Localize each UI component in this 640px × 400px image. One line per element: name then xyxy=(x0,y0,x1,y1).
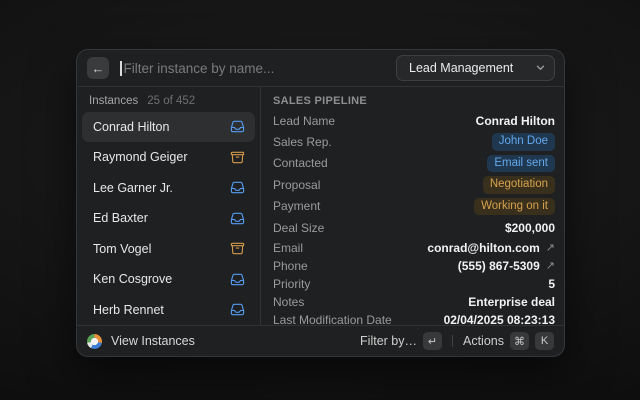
detail-value: Conrad Hilton xyxy=(476,114,555,128)
list-item[interactable]: Lee Garner Jr. xyxy=(82,173,255,204)
view-dropdown[interactable]: Lead Management xyxy=(396,55,555,81)
primary-action-label[interactable]: View Instances xyxy=(111,334,195,348)
instance-list: Conrad Hilton Raymond Geiger Lee Garner … xyxy=(77,112,260,326)
desktop-background: ← Filter instance by name... Lead Manage… xyxy=(0,0,640,400)
detail-label: Lead Name xyxy=(273,114,335,128)
list-item-label: Conrad Hilton xyxy=(93,120,169,134)
filter-by-button[interactable]: Filter by… ↵ xyxy=(360,332,442,350)
extension-logo-icon xyxy=(87,334,102,349)
chevron-down-icon xyxy=(536,65,545,71)
detail-row: Deal Size $200,000 xyxy=(273,217,555,239)
top-bar: ← Filter instance by name... Lead Manage… xyxy=(77,50,564,87)
email-link[interactable]: conrad@hilton.com ↗ xyxy=(427,241,555,255)
list-item-label: Lee Garner Jr. xyxy=(93,181,173,195)
inbox-icon xyxy=(230,272,245,287)
search-placeholder: Filter instance by name... xyxy=(124,61,275,76)
actions-label: Actions xyxy=(463,334,504,348)
detail-row: Payment Working on it xyxy=(273,196,555,218)
detail-label: Deal Size xyxy=(273,221,324,235)
filter-by-label: Filter by… xyxy=(360,334,417,348)
list-item[interactable]: Ed Baxter xyxy=(82,203,255,234)
detail-row: Notes Enterprise deal xyxy=(273,293,555,311)
detail-row: Last Modification Date 02/04/2025 08:23:… xyxy=(273,311,555,326)
status-badge: Working on it xyxy=(474,198,555,216)
detail-value: (555) 867-5309 xyxy=(458,259,540,273)
inbox-icon xyxy=(230,180,245,195)
list-item[interactable]: Raymond Geiger xyxy=(82,142,255,173)
inbox-icon xyxy=(230,302,245,317)
list-item-label: Herb Rennet xyxy=(93,303,164,317)
list-count: 25 of 452 xyxy=(147,95,195,107)
detail-label: Last Modification Date xyxy=(273,313,392,326)
list-item[interactable]: Tom Vogel xyxy=(82,234,255,265)
list-header: Instances 25 of 452 xyxy=(77,91,260,112)
status-badge: Email sent xyxy=(487,155,555,173)
detail-row: Phone (555) 867-5309 ↗ xyxy=(273,257,555,275)
detail-label: Priority xyxy=(273,277,310,291)
footer-bar: View Instances Filter by… ↵ Actions ⌘ K xyxy=(77,325,564,356)
detail-row: Sales Rep. John Doe xyxy=(273,131,555,153)
external-link-icon: ↗ xyxy=(546,259,555,272)
divider xyxy=(452,335,453,347)
list-item-label: Raymond Geiger xyxy=(93,150,188,164)
list-item[interactable]: Ken Cosgrove xyxy=(82,264,255,295)
status-badge: Negotiation xyxy=(483,176,555,194)
detail-label: Notes xyxy=(273,295,304,309)
list-title: Instances xyxy=(89,95,138,107)
text-caret xyxy=(120,61,122,76)
external-link-icon: ↗ xyxy=(546,241,555,254)
actions-button[interactable]: Actions ⌘ K xyxy=(463,332,554,350)
detail-label: Proposal xyxy=(273,178,320,192)
detail-value: 02/04/2025 08:23:13 xyxy=(444,313,555,326)
detail-row: Priority 5 xyxy=(273,275,555,293)
detail-row: Contacted Email sent xyxy=(273,153,555,175)
detail-row: Email conrad@hilton.com ↗ xyxy=(273,239,555,257)
footer-actions: Filter by… ↵ Actions ⌘ K xyxy=(360,332,554,350)
instance-list-pane: Instances 25 of 452 Conrad Hilton Raymon… xyxy=(77,87,261,325)
command-palette-window: ← Filter instance by name... Lead Manage… xyxy=(76,49,565,357)
detail-label: Contacted xyxy=(273,156,328,170)
detail-label: Sales Rep. xyxy=(273,135,332,149)
detail-label: Payment xyxy=(273,199,320,213)
archive-box-icon xyxy=(230,241,245,256)
phone-link[interactable]: (555) 867-5309 ↗ xyxy=(458,259,555,273)
k-key-icon: K xyxy=(535,332,554,350)
detail-value: conrad@hilton.com xyxy=(427,241,539,255)
detail-value: $200,000 xyxy=(505,221,555,235)
back-arrow-icon: ← xyxy=(92,61,105,76)
detail-value: Enterprise deal xyxy=(468,295,555,309)
archive-box-icon xyxy=(230,150,245,165)
list-item-label: Tom Vogel xyxy=(93,242,151,256)
enter-key-icon: ↵ xyxy=(423,332,442,350)
status-badge: John Doe xyxy=(492,133,555,151)
section-title: SALES PIPELINE xyxy=(273,91,555,111)
list-item-label: Ken Cosgrove xyxy=(93,272,172,286)
list-item[interactable]: Herb Rennet xyxy=(82,295,255,326)
inbox-icon xyxy=(230,211,245,226)
back-button[interactable]: ← xyxy=(87,57,109,79)
detail-label: Email xyxy=(273,241,303,255)
view-dropdown-label: Lead Management xyxy=(409,61,513,75)
detail-pane: SALES PIPELINE Lead Name Conrad Hilton S… xyxy=(261,87,564,325)
detail-row: Proposal Negotiation xyxy=(273,174,555,196)
command-key-icon: ⌘ xyxy=(510,332,529,350)
detail-row: Lead Name Conrad Hilton xyxy=(273,111,555,131)
detail-label: Phone xyxy=(273,259,308,273)
inbox-icon xyxy=(230,119,245,134)
content-area: Instances 25 of 452 Conrad Hilton Raymon… xyxy=(77,87,564,325)
list-item[interactable]: Conrad Hilton xyxy=(82,112,255,143)
list-item-label: Ed Baxter xyxy=(93,211,148,225)
search-input[interactable]: Filter instance by name... xyxy=(109,50,396,86)
detail-value: 5 xyxy=(548,277,555,291)
